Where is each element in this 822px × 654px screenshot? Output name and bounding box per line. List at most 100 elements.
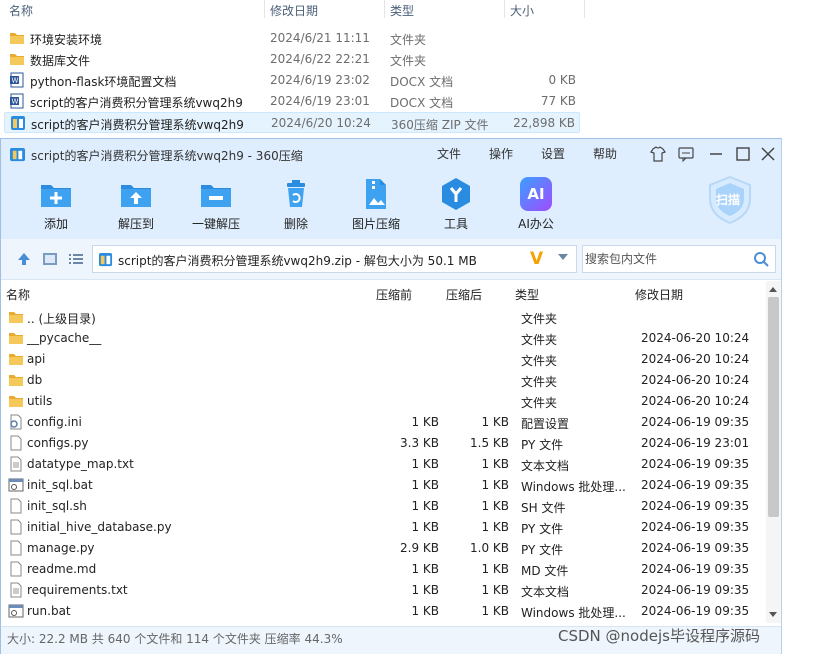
table-row[interactable]: manage.py 2.9 KB 1.0 KB PY 文件 2024-06-19 09:… — [1, 538, 765, 559]
entry-type: 文件夹 — [521, 333, 558, 347]
entry-date: 2024-06-19 09:35 — [641, 499, 750, 513]
header-modified[interactable]: 修改日期 — [635, 286, 683, 303]
up-arrow-icon[interactable] — [16, 251, 32, 267]
column-name[interactable]: 名称 — [9, 2, 33, 19]
folder-icon — [8, 351, 23, 367]
table-row[interactable]: api 文件夹 2024-06-20 10:24 — [1, 349, 765, 370]
close-icon[interactable] — [759, 145, 777, 163]
scan-button[interactable]: 扫描 — [707, 175, 753, 225]
menu-settings[interactable]: 设置 — [541, 145, 565, 162]
ai-office-button[interactable]: AI AI办公 — [505, 177, 567, 235]
header-after[interactable]: 压缩后 — [446, 286, 482, 303]
entry-name: utils — [27, 394, 53, 408]
list-view-icon[interactable] — [68, 251, 84, 267]
explorer-row[interactable]: Wscript的客户消费积分管理系统vwq2h9 2024/6/19 23:01 D… — [4, 91, 580, 112]
entry-type: PY 文件 — [521, 522, 564, 536]
settings-file-icon — [8, 414, 23, 430]
table-row[interactable]: __pycache__ 文件夹 2024-06-20 10:24 — [1, 328, 765, 349]
header-type[interactable]: 类型 — [515, 286, 539, 303]
entry-size-before: 1 KB — [411, 520, 439, 534]
entry-size-after: 1 KB — [481, 478, 509, 492]
text-file-icon — [8, 582, 23, 598]
verified-v-icon[interactable]: V — [530, 249, 543, 269]
file-name: python-flask环境配置文档 — [30, 75, 177, 89]
explorer-row[interactable]: 环境安装环境 2024/6/21 11:11 文件夹 — [4, 28, 580, 49]
column-type[interactable]: 类型 — [390, 2, 414, 19]
column-divider[interactable] — [504, 0, 505, 18]
table-row[interactable]: utils 文件夹 2024-06-20 10:24 — [1, 391, 765, 412]
column-date[interactable]: 修改日期 — [270, 2, 318, 19]
table-row[interactable]: .. (上级目录) 文件夹 — [1, 307, 765, 328]
extract-to-icon — [121, 185, 151, 207]
path-dropdown-icon[interactable] — [558, 254, 568, 260]
column-divider[interactable] — [384, 0, 385, 18]
entry-type: 文件夹 — [521, 312, 558, 326]
extract-to-button[interactable]: 解压到 — [105, 177, 167, 235]
table-row[interactable]: datatype_map.txt 1 KB 1 KB 文本文档 2024-06-19 0… — [1, 454, 765, 475]
table-row[interactable]: init_sql.bat 1 KB 1 KB Windows 批处理... 2024-0… — [1, 475, 765, 496]
entry-size-after: 1.5 KB — [470, 436, 509, 450]
file-type: DOCX 文档 — [390, 75, 454, 89]
toolbar: 添加 解压到 一键解压 删除 图片压缩 工具 AI AI办公 扫描 — [1, 169, 781, 239]
explorer-row[interactable]: 数据库文件 2024/6/22 22:21 文件夹 — [4, 49, 580, 70]
entry-name: db — [27, 373, 43, 387]
table-row[interactable]: configs.py 3.3 KB 1.5 KB PY 文件 2024-06-19 23… — [1, 433, 765, 454]
entry-size-after: 1 KB — [481, 415, 509, 429]
entry-name: __pycache__ — [27, 331, 102, 345]
explorer-row[interactable]: script的客户消费积分管理系统vwq2h9 2024/6/20 10:24 36… — [4, 112, 580, 133]
minimize-icon[interactable] — [707, 145, 725, 163]
thumbnail-view-icon[interactable] — [42, 251, 58, 267]
vertical-scrollbar[interactable] — [766, 281, 781, 623]
table-row[interactable]: requirements.txt 1 KB 1 KB 文本文档 2024-06-19 0… — [1, 580, 765, 601]
entry-name: api — [27, 352, 46, 366]
table-row[interactable]: run.bat 1 KB 1 KB Windows 批处理... 2024-06-19 … — [1, 601, 765, 621]
table-row[interactable]: config.ini 1 KB 1 KB 配置设置 2024-06-19 09:35 — [1, 412, 765, 433]
word-doc-icon: W — [9, 72, 25, 88]
search-input[interactable] — [585, 251, 745, 267]
scroll-up-icon[interactable] — [769, 287, 777, 292]
skin-shirt-icon[interactable] — [649, 145, 667, 163]
file-name: script的客户消费积分管理系统vwq2h9 — [30, 96, 243, 110]
tools-button[interactable]: 工具 — [425, 177, 487, 235]
maximize-icon[interactable] — [734, 145, 752, 163]
explorer-row[interactable]: Wpython-flask环境配置文档 2024/6/19 23:02 DOCX 文… — [4, 70, 580, 91]
file-name: 数据库文件 — [30, 54, 91, 68]
one-click-extract-button[interactable]: 一键解压 — [185, 177, 247, 235]
scroll-thumb[interactable] — [768, 297, 779, 517]
path-field[interactable]: script的客户消费积分管理系统vwq2h9.zip - 解包大小为 50.1… — [92, 245, 577, 273]
image-compress-button[interactable]: 图片压缩 — [345, 177, 407, 235]
header-before[interactable]: 压缩前 — [376, 286, 412, 303]
column-size[interactable]: 大小 — [510, 2, 534, 19]
menu-operate[interactable]: 操作 — [489, 145, 513, 162]
menu-file[interactable]: 文件 — [437, 145, 461, 162]
folder-icon — [8, 393, 23, 409]
entry-date: 2024-06-19 09:35 — [641, 520, 750, 534]
svg-text:W: W — [12, 98, 19, 106]
search-icon[interactable] — [753, 251, 769, 267]
title-bar[interactable]: script的客户消费积分管理系统vwq2h9 - 360压缩 文件 操作 设置… — [1, 139, 781, 169]
entry-name: init_sql.bat — [27, 478, 93, 492]
entry-type: SH 文件 — [521, 501, 566, 515]
entry-type: 文件夹 — [521, 396, 558, 410]
header-name[interactable]: 名称 — [6, 286, 30, 303]
entry-type: 文本文档 — [521, 585, 570, 599]
window-title: script的客户消费积分管理系统vwq2h9 - 360压缩 — [31, 149, 303, 163]
entry-name: config.ini — [27, 415, 82, 429]
table-row[interactable]: init_sql.sh 1 KB 1 KB SH 文件 2024-06-19 09:35 — [1, 496, 765, 517]
column-divider[interactable] — [264, 0, 265, 18]
delete-icon — [287, 180, 305, 207]
scroll-down-icon[interactable] — [769, 612, 777, 617]
path-text: script的客户消费积分管理系统vwq2h9.zip - 解包大小为 50.1… — [118, 254, 477, 268]
entry-size-before: 1 KB — [411, 478, 439, 492]
menu-help[interactable]: 帮助 — [593, 145, 617, 162]
entry-date: 2024-06-20 10:24 — [641, 331, 750, 345]
add-button[interactable]: 添加 — [25, 177, 87, 235]
feedback-icon[interactable] — [677, 145, 695, 163]
column-divider[interactable] — [584, 0, 585, 18]
table-row[interactable]: readme.md 1 KB 1 KB MD 文件 2024-06-19 09:35 — [1, 559, 765, 580]
table-row[interactable]: db 文件夹 2024-06-20 10:24 — [1, 370, 765, 391]
entry-name: readme.md — [27, 562, 97, 576]
entry-type: 文件夹 — [521, 354, 558, 368]
table-row[interactable]: initial_hive_database.py 1 KB 1 KB PY 文件 202… — [1, 517, 765, 538]
delete-button[interactable]: 删除 — [265, 177, 327, 235]
